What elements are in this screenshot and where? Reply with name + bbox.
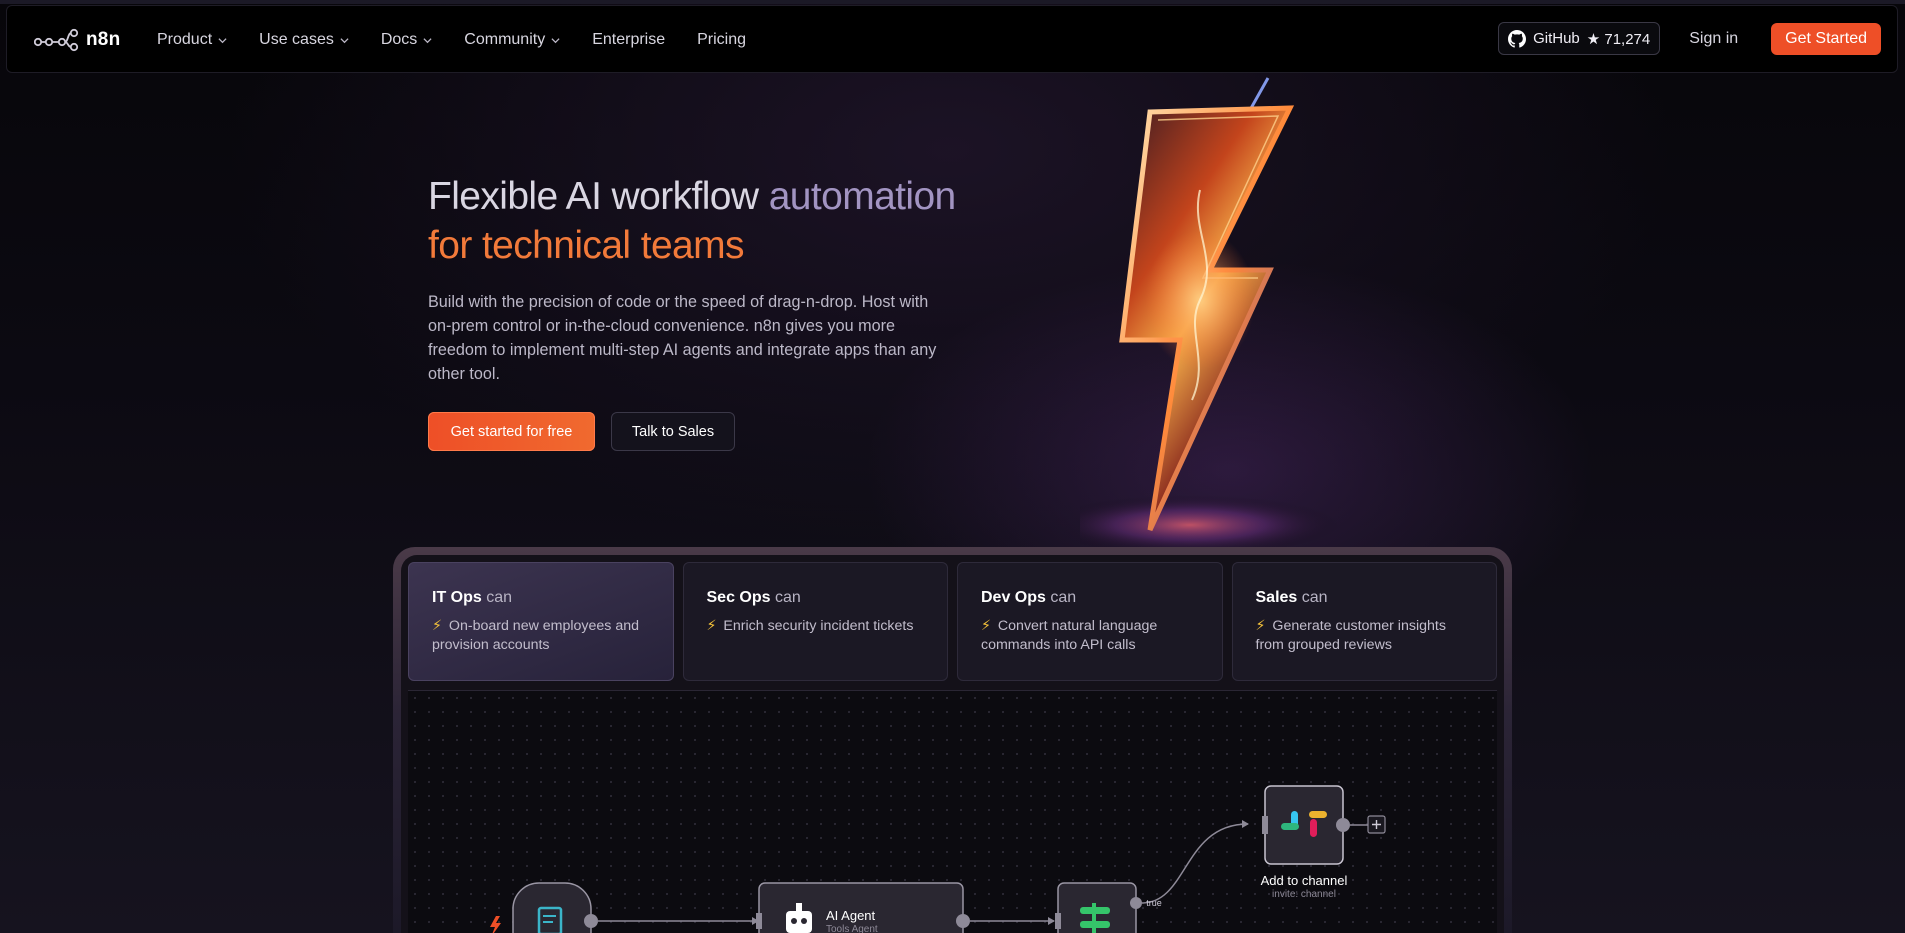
nav-pricing-label: Pricing: [697, 31, 747, 48]
page: n8n Product Use cases Docs Community Ent…: [0, 0, 1905, 933]
nav-product-label: Product: [157, 31, 213, 48]
hero-title: Flexible AI workflow automation for tech…: [428, 172, 1048, 270]
form-trigger-node: [512, 882, 598, 933]
nav-enterprise[interactable]: Enterprise: [592, 31, 665, 49]
nav-docs-label: Docs: [380, 31, 418, 48]
n8n-logo-icon: [34, 28, 79, 52]
top-strip: [0, 0, 1905, 4]
chevron-down-icon: [423, 37, 432, 43]
tab-can: can: [1050, 589, 1077, 606]
github-label: GitHub: [1533, 30, 1580, 47]
tab-description-text: Generate customer insights from grouped …: [1255, 618, 1446, 653]
tab-sales-heading: Sales can: [1256, 589, 1474, 607]
tab-can: can: [774, 589, 801, 606]
tab-sales-description: ⚡ Generate customer insights from groupe…: [1256, 617, 1474, 654]
lightning-bolt-illustration: [1080, 77, 1340, 550]
chevron-down-icon: [218, 37, 227, 43]
use-case-tabs: IT Ops can ⚡ On-board new employees and …: [408, 562, 1497, 682]
tab-it-ops[interactable]: IT Ops can ⚡ On-board new employees and …: [408, 562, 674, 681]
nav-links: Product Use cases Docs Community Enterpr…: [157, 6, 778, 74]
nav-product[interactable]: Product: [157, 31, 227, 49]
lightning-icon: ⚡: [1255, 618, 1266, 634]
nav-actions: GitHub ★ 71,274 Sign in Get Started: [1498, 22, 1881, 55]
tab-sec-ops-heading: Sec Ops can: [707, 589, 925, 607]
nav-use-cases-label: Use cases: [259, 31, 334, 48]
github-button[interactable]: GitHub ★ 71,274: [1498, 22, 1661, 55]
tab-sec-ops-description: ⚡ Enrich security incident tickets: [707, 617, 925, 636]
tab-dev-ops-description: ⚡ Convert natural language commands into…: [981, 617, 1199, 654]
nav-pricing[interactable]: Pricing: [697, 31, 746, 49]
tab-team-name: IT Ops: [432, 589, 482, 606]
hero-title-part3: for technical teams: [428, 224, 745, 267]
slack-node-title: Add to channel: [1260, 873, 1348, 888]
tab-can: can: [1301, 589, 1328, 606]
tab-team-name: Sales: [1255, 589, 1298, 606]
sign-in-link[interactable]: Sign in: [1689, 30, 1738, 48]
hero-cta-row: Get started for free Talk to Sales: [428, 412, 735, 451]
tab-description-text: Convert natural language commands into A…: [981, 618, 1158, 653]
tab-description-text: Enrich security incident tickets: [723, 618, 914, 634]
logo-text: n8n: [86, 29, 121, 50]
demo-panel-inner: IT Ops can ⚡ On-board new employees and …: [401, 555, 1504, 933]
slack-node-subtitle: invite: channel: [1272, 889, 1336, 900]
tab-it-ops-description: ⚡ On-board new employees and provision a…: [432, 617, 650, 654]
logo[interactable]: n8n: [34, 28, 120, 52]
nav-use-cases[interactable]: Use cases: [259, 31, 349, 49]
lightning-icon: ⚡: [706, 618, 717, 634]
ai-agent-subtitle: Tools Agent: [826, 924, 878, 933]
trigger-bolt-icon: [490, 916, 501, 933]
tab-dev-ops[interactable]: Dev Ops can ⚡ Convert natural language c…: [957, 562, 1223, 681]
tab-dev-ops-heading: Dev Ops can: [981, 589, 1199, 607]
nav-enterprise-label: Enterprise: [592, 31, 666, 48]
tab-sec-ops[interactable]: Sec Ops can ⚡ Enrich security incident t…: [682, 562, 948, 681]
add-node-icon: [1367, 815, 1386, 834]
navbar: n8n Product Use cases Docs Community Ent…: [6, 5, 1898, 73]
hero-description: Build with the precision of code or the …: [428, 293, 937, 383]
tab-team-name: Dev Ops: [981, 589, 1046, 606]
lightning-icon: ⚡: [432, 618, 442, 634]
get-started-button[interactable]: Get Started: [1771, 22, 1881, 55]
nav-community-label: Community: [464, 31, 546, 48]
tab-team-name: Sec Ops: [706, 589, 771, 606]
chevron-down-icon: [551, 37, 560, 43]
if-true-label: true: [1146, 898, 1162, 908]
tab-it-ops-heading: IT Ops can: [432, 589, 650, 607]
ai-agent-title: AI Agent: [826, 908, 876, 923]
tab-sales[interactable]: Sales can ⚡ Generate customer insights f…: [1231, 562, 1497, 681]
tab-can: can: [486, 589, 513, 606]
if-condition-node: [1055, 882, 1142, 933]
get-started-free-button[interactable]: Get started for free: [428, 412, 595, 451]
tab-description-text: On-board new employees and provision acc…: [432, 618, 639, 653]
github-stars: ★ 71,274: [1586, 30, 1651, 48]
github-icon: [1508, 29, 1527, 48]
hero-title-part2: automation: [768, 175, 957, 218]
hero-title-part1: Flexible AI workflow: [428, 175, 769, 218]
lightning-icon: ⚡: [981, 618, 991, 634]
talk-to-sales-button[interactable]: Talk to Sales: [611, 412, 735, 451]
nav-community[interactable]: Community: [464, 31, 560, 49]
nav-docs[interactable]: Docs: [381, 31, 432, 49]
workflow-canvas[interactable]: AI Agent Tools Agent true Add to channel…: [408, 690, 1497, 933]
demo-panel: IT Ops can ⚡ On-board new employees and …: [393, 547, 1512, 933]
chevron-down-icon: [340, 37, 349, 43]
slack-node: [1262, 785, 1350, 865]
